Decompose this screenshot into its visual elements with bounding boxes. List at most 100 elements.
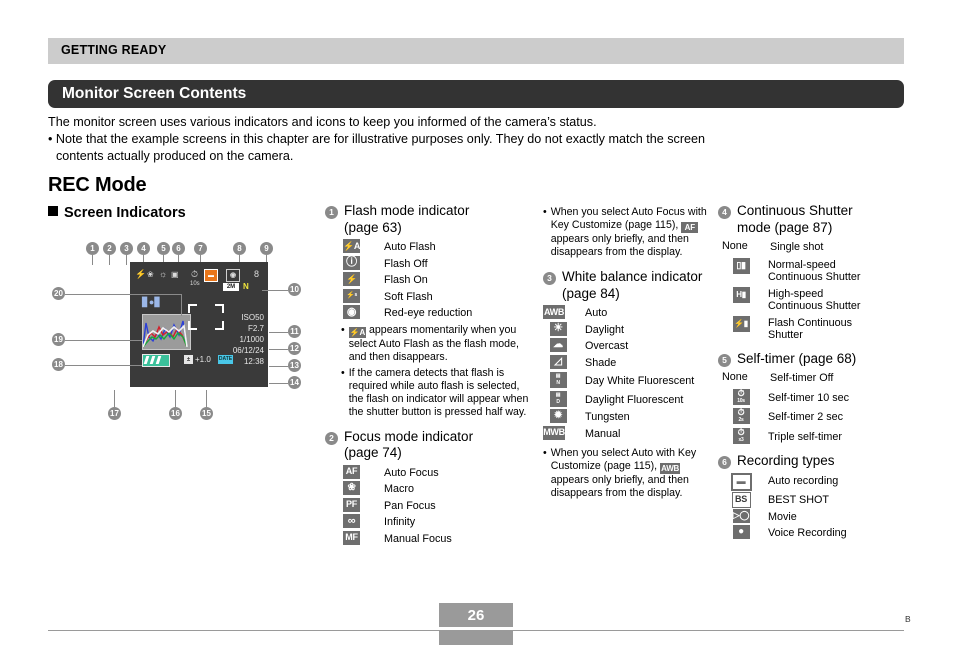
overcast-icon: ☁ [543, 338, 573, 352]
leader-17 [114, 390, 115, 407]
section-focus-title: Focus mode indicator (page 74) [344, 429, 473, 462]
macro-icon: ❀ [343, 481, 362, 495]
legend-label: Voice Recording [768, 527, 847, 539]
section-white-balance: 3 White balance indicator (page 84) AWB … [543, 269, 713, 500]
flash-on-icon: ⚡ [343, 272, 362, 286]
legend-label: Movie [768, 510, 797, 523]
self-timer-screen-icon: ⏱ [191, 269, 199, 279]
section-self-timer-header: 5 Self-timer (page 68) [718, 351, 908, 368]
section-title-bar: Monitor Screen Contents [48, 80, 904, 108]
focus-mode-screen-icon: ❀ [147, 270, 154, 279]
high-speed-continuous-icon: H ▮ [718, 286, 764, 303]
section-focus-title-line2: (page 74) [344, 445, 402, 460]
intro-line-3: contents actually produced on the camera… [56, 149, 294, 163]
legend-label: Flash Off [384, 257, 428, 270]
note-text-mid: 115), [654, 219, 679, 231]
bullet-square-icon [48, 206, 58, 216]
callout-7: 7 [194, 242, 207, 255]
note-text-post: appears only briefly, and then disappear… [550, 474, 689, 499]
awb-inline-icon: AWB [660, 463, 681, 474]
legend-row-movie: ▷◯ Movie [718, 508, 908, 525]
normal-speed-continuous-icon: ▯▮ [718, 257, 764, 274]
callout-18: 18 [52, 358, 65, 371]
quality-screen-badge: N [243, 282, 249, 291]
note-wb-key-customize: • When you select Auto with Key Customiz… [543, 447, 713, 500]
day-white-fluorescent-icon: ▤ N [543, 372, 573, 388]
self-timer-screen-value: 10s [190, 281, 200, 287]
pan-focus-icon: PF [343, 497, 362, 512]
section-number-5: 5 [718, 353, 731, 367]
legend-row-flash-continuous: ⚡▮ Flash Continuous Shutter [718, 315, 908, 342]
battery-indicator [142, 354, 170, 367]
section-focus-title-line1: Focus mode indicator [344, 428, 474, 444]
callout-20: 20 [52, 287, 65, 300]
callout-13: 13 [288, 359, 301, 372]
section-focus-mode: 2 Focus mode indicator (page 74) AF Auto… [325, 429, 530, 547]
legend-label: Triple self-timer [768, 430, 842, 443]
awb-icon: AWB [543, 305, 573, 319]
leader-13 [269, 366, 288, 367]
section-focus-header: 2 Focus mode indicator (page 74) [325, 429, 530, 462]
daylight-icon: ☀ [543, 321, 573, 336]
legend-label: Auto Flash [384, 241, 436, 253]
lcd-body: ▊●▊ ISO50 F2.7 1/1000 06/12/24 12:38 ± +… [130, 292, 268, 387]
metering-screen-icon: ◉ [226, 269, 240, 282]
legend-label: Shade [585, 356, 617, 369]
legend-label: Infinity [384, 516, 416, 528]
legend-row-flash-off: ⓘ Flash Off [343, 255, 530, 272]
triple-self-timer-icon: ⏱ x3 [718, 427, 764, 444]
chapter-label: GETTING READY [61, 43, 167, 57]
none-label: None [722, 240, 748, 252]
leader-15 [206, 390, 207, 407]
legend-label: Single shot [770, 241, 824, 253]
legend-row-manual-focus: MF Manual Focus [343, 530, 530, 547]
iso-screen-value: ISO50 [241, 313, 264, 322]
legend-row-auto-recording: ▬ Auto recording [718, 472, 908, 491]
ev-shift-screen-icon: ± [184, 355, 193, 364]
legend-label: Overcast [585, 340, 629, 352]
tungsten-icon: ✹ [543, 409, 573, 423]
legend-label: Auto recording [768, 474, 839, 487]
legend-label: Red-eye reduction [384, 307, 473, 319]
legend-row-shade: ◿ Shade [543, 354, 713, 371]
legend-row-daylight-fluorescent: ▤ D Daylight Fluorescent [543, 390, 713, 408]
best-shot-icon: BS [718, 491, 764, 508]
section-flash-title: Flash mode indicator (page 63) [344, 203, 469, 236]
flash-continuous-icon: ⚡▮ [718, 315, 764, 332]
mwb-icon: MWB [543, 425, 573, 440]
legend-label: Self-timer 2 sec [768, 411, 843, 423]
subsection-label: Screen Indicators [64, 205, 186, 221]
aperture-screen-value: F2.7 [247, 324, 264, 333]
note-bullet: • [543, 206, 547, 218]
section-number-4: 4 [718, 206, 731, 219]
section-cs-title-line1: Continuous Shutter [737, 203, 853, 218]
memory-left-screen-value: 8 [254, 269, 260, 279]
legend-label: Flash Continuous Shutter [768, 316, 853, 342]
leader-10 [262, 290, 288, 291]
footer-mark: B [905, 614, 911, 624]
legend-label: Daylight [585, 323, 625, 336]
white-balance-screen-icon: ☼ [159, 269, 168, 279]
callout-4: 4 [137, 242, 150, 255]
red-eye-icon: ◉ [343, 305, 362, 319]
section-flash-header: 1 Flash mode indicator (page 63) [325, 203, 530, 236]
image-size-screen-badge: 2M [223, 283, 239, 291]
legend-label: Tungsten [585, 411, 630, 423]
voice-recording-icon: ● [718, 525, 764, 539]
flash-auto-icon: ⚡A [343, 239, 362, 253]
histogram [142, 314, 191, 350]
section-cs-title-line2: mode (page 87) [737, 219, 833, 235]
callout-8: 8 [233, 242, 246, 255]
section-number-6: 6 [718, 456, 731, 469]
note-bullet: • [341, 323, 345, 336]
legend-label: Auto Focus [384, 466, 439, 479]
note-bullet: • [341, 366, 345, 379]
legend-label: Soft Flash [384, 290, 433, 303]
auto-focus-icon: AF [343, 464, 362, 479]
section-wb-title-line2: (page 84) [562, 285, 620, 301]
page-title: REC Mode [48, 174, 147, 196]
flash-auto-inline-icon: ⚡A [348, 326, 367, 338]
auto-recording-icon: ▬ [718, 472, 764, 491]
legend-row-mwb: MWB Manual [543, 425, 713, 442]
page-number: 26 [439, 603, 513, 627]
